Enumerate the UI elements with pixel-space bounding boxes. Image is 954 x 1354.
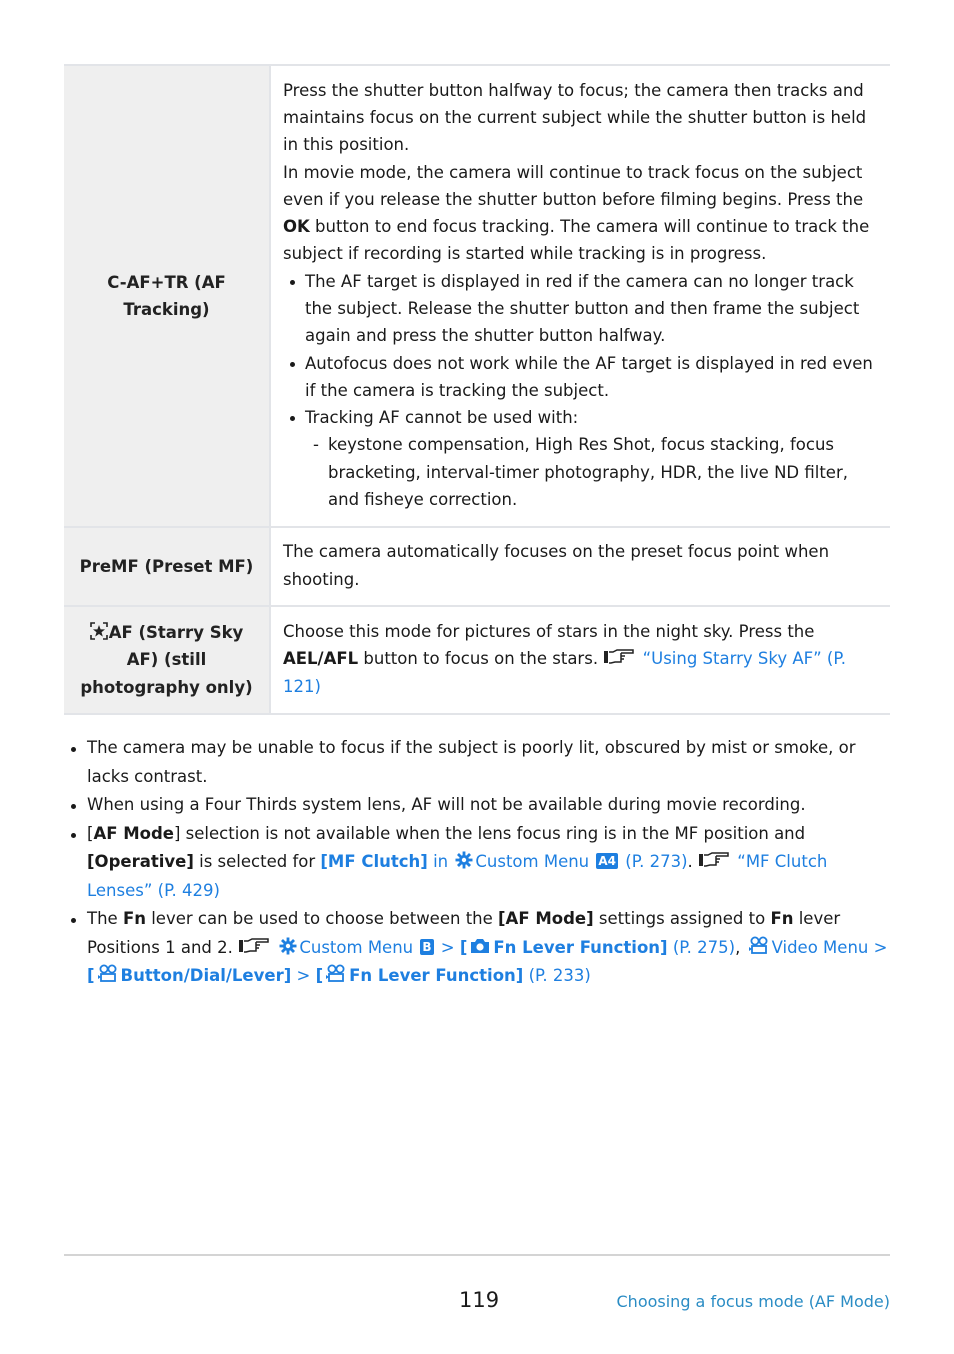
notes-list: The camera may be unable to focus if the…: [64, 734, 890, 991]
sub-list-item: keystone compensation, High Res Shot, fo…: [305, 431, 878, 513]
reference-hand-icon: [603, 647, 637, 665]
menu-tab-badge: B: [420, 938, 434, 955]
page-content: C-AF+TR (AF Tracking) Press the shutter …: [64, 64, 890, 715]
notes-section: The camera may be unable to focus if the…: [64, 734, 890, 991]
gear-icon: [279, 936, 297, 954]
note-item: The camera may be unable to focus if the…: [64, 734, 890, 791]
mode-name-cell: PreMF (Preset MF): [64, 526, 271, 607]
reference-hand-icon: [698, 850, 732, 868]
bullet-list: The AF target is displayed in red if the…: [283, 268, 878, 514]
footer-divider: [64, 1254, 890, 1256]
fn-lever-function-link[interactable]: Custom Menu B > [Fn Lever Function] (P. …: [277, 936, 735, 957]
mode-name: C-AF+TR (AF Tracking): [107, 272, 226, 319]
section-link[interactable]: Choosing a focus mode (AF Mode): [617, 1292, 891, 1311]
note-item: The Fn lever can be used to choose betwe…: [64, 905, 890, 991]
note-item: [AF Mode] selection is not available whe…: [64, 820, 890, 906]
ok-button-label: OK: [283, 217, 310, 237]
mode-description-cell: Choose this mode for pictures of stars i…: [270, 605, 890, 715]
mode-description-cell: The camera automatically focuses on the …: [270, 526, 890, 607]
mf-clutch-link[interactable]: [MF Clutch] in Custom Menu A4 (P. 273): [320, 850, 688, 871]
movie-camera-icon: [325, 964, 347, 984]
starry-sky-af-icon: [89, 621, 108, 640]
sub-list: keystone compensation, High Res Shot, fo…: [305, 431, 878, 513]
movie-camera-icon: [748, 936, 770, 956]
gear-icon: [455, 850, 473, 869]
movie-mode-text: In movie mode, the camera will continue …: [283, 162, 870, 264]
table-row: AF (Starry Sky AF) (still photography on…: [64, 605, 890, 715]
af-mode-table: C-AF+TR (AF Tracking) Press the shutter …: [64, 64, 890, 715]
mode-name-cell: AF (Starry Sky AF) (still photography on…: [64, 605, 271, 715]
list-item: Tracking AF cannot be used with: keyston…: [283, 404, 878, 513]
menu-tab-badge: A4: [596, 853, 619, 869]
mode-name: PreMF (Preset MF): [79, 556, 254, 576]
mode-name-cell: C-AF+TR (AF Tracking): [64, 64, 271, 528]
description-text: The camera automatically focuses on the …: [283, 542, 830, 589]
reference-hand-icon: [238, 936, 272, 954]
page-number: 119: [459, 1288, 500, 1312]
note-item: When using a Four Thirds system lens, AF…: [64, 791, 890, 820]
camera-icon: [469, 936, 491, 954]
table-row: PreMF (Preset MF) The camera automatical…: [64, 526, 890, 607]
description-text: Press the shutter button halfway to focu…: [283, 80, 867, 155]
table-row: C-AF+TR (AF Tracking) Press the shutter …: [64, 64, 890, 528]
mode-description-cell: Press the shutter button halfway to focu…: [270, 64, 890, 528]
list-item: The AF target is displayed in red if the…: [283, 268, 878, 350]
ael-afl-button-label: AEL/AFL: [283, 649, 359, 669]
movie-camera-icon: [97, 964, 119, 984]
list-item: Autofocus does not work while the AF tar…: [283, 350, 878, 405]
